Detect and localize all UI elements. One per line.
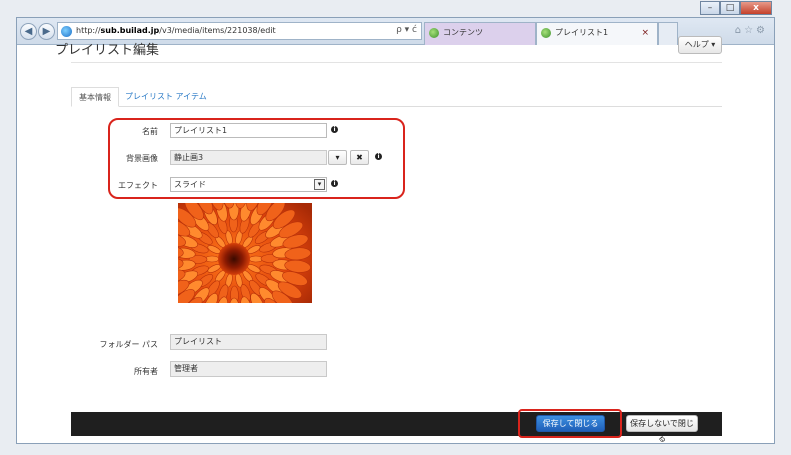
page-title: プレイリスト編集 (55, 43, 160, 58)
background-preview-image (178, 203, 312, 303)
address-bar[interactable]: http://sub.builad.jp/v3/media/items/2210… (57, 22, 422, 40)
tab-favicon-icon (541, 28, 551, 38)
home-favorites-settings-icon[interactable]: ⌂☆⚙ (735, 25, 768, 36)
ie-icon (61, 26, 72, 37)
window-controls: – □ x (700, 1, 772, 15)
owner-field: 管理者 (170, 361, 327, 377)
footer-action-bar (71, 412, 722, 436)
browser-tab-playlist[interactable]: プレイリスト1 × (536, 22, 658, 45)
close-window-button[interactable]: x (740, 1, 772, 15)
forward-button[interactable]: ▶ (38, 23, 55, 40)
tab-label: コンテンツ (443, 28, 483, 37)
browser-tab-contents[interactable]: コンテンツ (424, 22, 536, 45)
page-tabs: 基本情報 プレイリスト アイテム (71, 87, 722, 107)
url-text: http://sub.builad.jp/v3/media/items/2210… (76, 26, 276, 35)
form-highlight-box (108, 118, 405, 199)
folder-path-field: プレイリスト (170, 334, 327, 350)
owner-label: 所有者 (134, 367, 158, 376)
title-divider (71, 62, 722, 63)
new-tab-button[interactable] (658, 22, 678, 45)
tab-label: プレイリスト1 (555, 28, 609, 37)
close-without-saving-button[interactable]: 保存しないで閉じる (626, 415, 698, 443)
back-button[interactable]: ◀ (20, 23, 37, 40)
maximize-button[interactable]: □ (720, 1, 740, 15)
minimize-button[interactable]: – (700, 1, 720, 15)
tab-close-icon[interactable]: × (641, 23, 649, 43)
search-refresh-icon[interactable]: ρ ▾ ć (396, 25, 417, 35)
tab-playlist-items[interactable]: プレイリスト アイテム (118, 87, 214, 107)
folder-path-label: フォルダー パス (99, 340, 158, 349)
save-button-highlight-box (518, 409, 622, 438)
browser-window: ◀ ▶ http://sub.builad.jp/v3/media/items/… (16, 1, 775, 444)
tab-favicon-icon (429, 28, 439, 38)
flower-image (178, 203, 312, 303)
help-button[interactable]: ヘルプ ▾ (678, 36, 722, 54)
tab-basic-info[interactable]: 基本情報 (71, 87, 119, 107)
